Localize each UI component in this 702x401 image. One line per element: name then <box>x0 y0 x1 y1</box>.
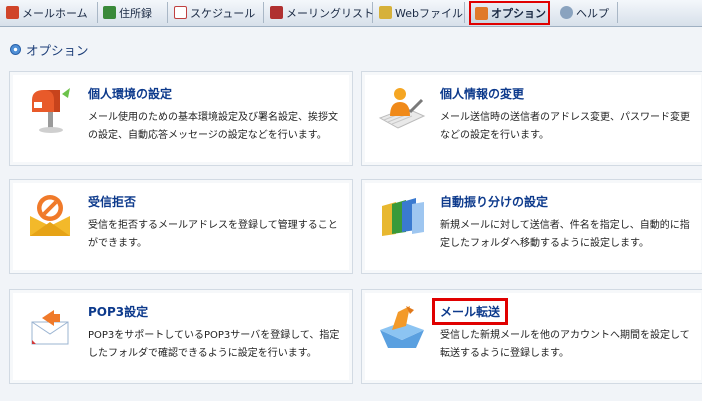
card-personal-environment: 個人環境の設定 メール使用のための基本環境設定及び署名設定、挨拶文の設定、自動応… <box>9 71 353 166</box>
card-description: POP3をサポートしているPOP3サーバを登録して、指定したフォルダで確認できる… <box>88 330 340 359</box>
card-description: 受信を拒否するメールアドレスを登録して管理することができます。 <box>88 220 338 249</box>
block-mail-icon <box>30 195 70 236</box>
card-personal-info: 個人情報の変更 メール送信時の送信者のアドレス変更、パスワード変更などの設定を行… <box>361 71 702 166</box>
home-icon <box>6 6 19 19</box>
mailbox-icon <box>32 88 70 133</box>
card-description: メール使用のための基本環境設定及び署名設定、挨拶文の設定、自動応答メッセージの設… <box>88 112 338 141</box>
mailing-list-icon <box>270 6 283 19</box>
tab-schedule[interactable]: スケジュール <box>170 2 264 23</box>
pop3-settings-link[interactable]: POP3設定 <box>88 303 148 320</box>
tab-options[interactable]: オプション <box>469 1 550 25</box>
mail-forward-link[interactable]: メール転送 <box>432 298 509 325</box>
auto-sort-link[interactable]: 自動振り分けの設定 <box>440 193 548 210</box>
card-auto-sort: 自動振り分けの設定 新規メールに対して送信者、件名を指定し、自動的に指定したフォ… <box>361 179 702 274</box>
card-description: メール送信時の送信者のアドレス変更、パスワード変更などの設定を行います。 <box>440 112 690 141</box>
pop3-mail-icon <box>31 310 69 345</box>
forward-mail-icon <box>380 306 424 348</box>
tab-label: メーリングリスト <box>286 6 374 20</box>
card-pop3: POP3設定 POP3をサポートしているPOP3サーバを登録して、指定したフォル… <box>9 289 353 384</box>
tab-label: ヘルプ <box>576 6 609 20</box>
card-description: 受信した新規メールを他のアカウントへ期間を設定して転送するように登録します。 <box>440 330 690 359</box>
tab-label: メールホーム <box>22 6 88 20</box>
options-content: オプション 個人環境の設定 メール使用のための基本環境設定及び署名設定、挨拶文の… <box>0 27 702 401</box>
personal-environment-link[interactable]: 個人環境の設定 <box>88 85 172 102</box>
personal-info-link[interactable]: 個人情報の変更 <box>440 85 524 102</box>
card-reject-mail: 受信拒否 受信を拒否するメールアドレスを登録して管理することができます。 <box>9 179 353 274</box>
tab-label: オプション <box>491 7 546 20</box>
tab-mail-home[interactable]: メールホーム <box>2 2 98 23</box>
address-book-icon <box>103 6 116 19</box>
options-icon <box>475 6 488 20</box>
folder-icon <box>379 6 392 19</box>
user-profile-icon <box>378 88 426 129</box>
tab-mailing-list[interactable]: メーリングリスト <box>266 2 374 23</box>
bullet-icon <box>10 44 21 55</box>
tab-address-book[interactable]: 住所録 <box>99 2 168 23</box>
tab-web-file[interactable]: Webファイル <box>375 2 465 23</box>
page-title: オプション <box>10 40 89 59</box>
card-description: 新規メールに対して送信者、件名を指定し、自動的に指定したフォルダへ移動するように… <box>440 220 690 249</box>
tab-label: 住所録 <box>119 6 152 20</box>
tab-help[interactable]: ヘルプ <box>556 2 618 23</box>
tab-label: Webファイル <box>395 6 463 20</box>
top-navigation-tabs: メールホーム 住所録 スケジュール メーリングリスト Webファイル オプション… <box>0 0 702 27</box>
reject-mail-link[interactable]: 受信拒否 <box>88 193 136 210</box>
folders-sort-icon <box>382 198 424 236</box>
tab-label: スケジュール <box>190 6 256 20</box>
calendar-icon <box>174 6 187 19</box>
help-icon <box>560 6 573 19</box>
card-mail-forward: メール転送 受信した新規メールを他のアカウントへ期間を設定して転送するように登録… <box>361 289 702 384</box>
